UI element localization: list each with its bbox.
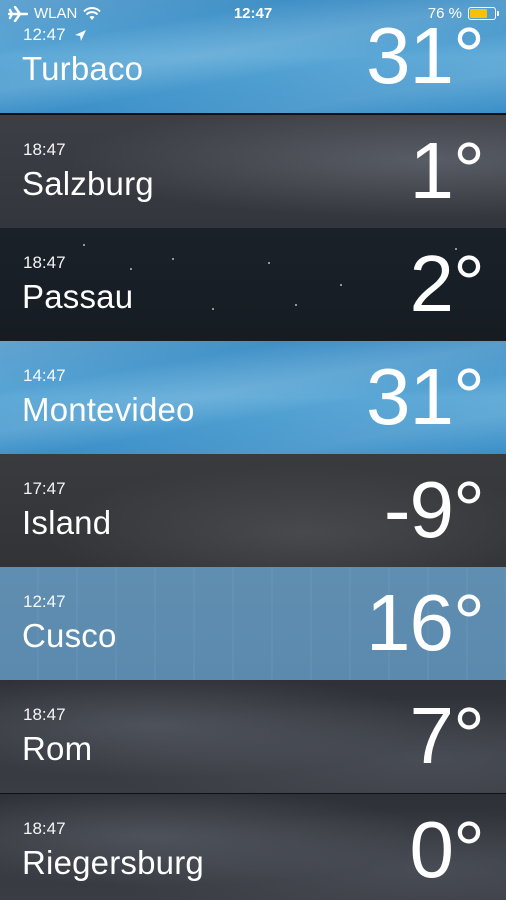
city-local-time: 17:47 [23,479,66,498]
city-name: Cusco [22,617,117,654]
city-row-island[interactable]: 17:47 Island -9° [0,454,506,567]
city-row-salzburg[interactable]: 18:47 Salzburg 1° [0,115,506,228]
city-temperature: -9° [383,465,485,554]
star-decoration [130,268,132,270]
star-decoration [172,258,174,260]
city-local-time: 18:47 [23,819,66,838]
city-temperature: 7° [409,691,485,780]
city-name: Montevideo [22,391,195,428]
city-row-riegersburg[interactable]: 18:47 Riegersburg 0° [0,794,506,900]
city-name: Island [22,504,112,541]
city-name: Riegersburg [22,844,204,881]
city-row-montevideo[interactable]: 14:47 Montevideo 31° [0,341,506,454]
city-row-rom[interactable]: 18:47 Rom 7° [0,680,506,793]
city-name: Salzburg [22,165,154,202]
city-local-time: 18:47 [23,705,66,724]
weather-screen: 12:47 Turbaco 31° 18:47 Salzburg 1° 18:4… [0,0,506,900]
city-name: Passau [22,278,134,315]
city-row-cusco[interactable]: 12:47 Cusco 16° [0,567,506,680]
battery-percent: 76 % [427,5,462,22]
battery-level [470,9,487,18]
city-name: Rom [22,730,93,767]
city-list: 12:47 Turbaco 31° 18:47 Salzburg 1° 18:4… [0,0,506,900]
location-arrow-icon [74,29,86,41]
city-temperature: 16° [366,578,485,667]
star-decoration [340,284,342,286]
city-temperature: 2° [409,239,485,328]
city-local-time: 12:47 [23,592,66,611]
city-local-time: 18:47 [23,140,66,159]
city-temperature: 31° [366,352,485,441]
city-row-passau[interactable]: 18:47 Passau 2° [0,228,506,341]
city-name: Turbaco [22,50,144,87]
battery-icon [468,7,499,20]
status-bar: WLAN 12:47 76 % [0,0,506,28]
star-decoration [295,304,297,306]
city-local-time: 12:47 [23,25,87,45]
star-decoration [268,262,270,264]
star-decoration [212,308,214,310]
city-time-text: 12:47 [23,25,66,44]
city-local-time: 14:47 [23,366,66,385]
star-decoration [83,244,85,246]
city-temperature: 0° [409,805,485,894]
city-temperature: 1° [409,126,485,215]
status-right: 76 % [427,5,499,22]
city-local-time: 18:47 [23,253,66,272]
